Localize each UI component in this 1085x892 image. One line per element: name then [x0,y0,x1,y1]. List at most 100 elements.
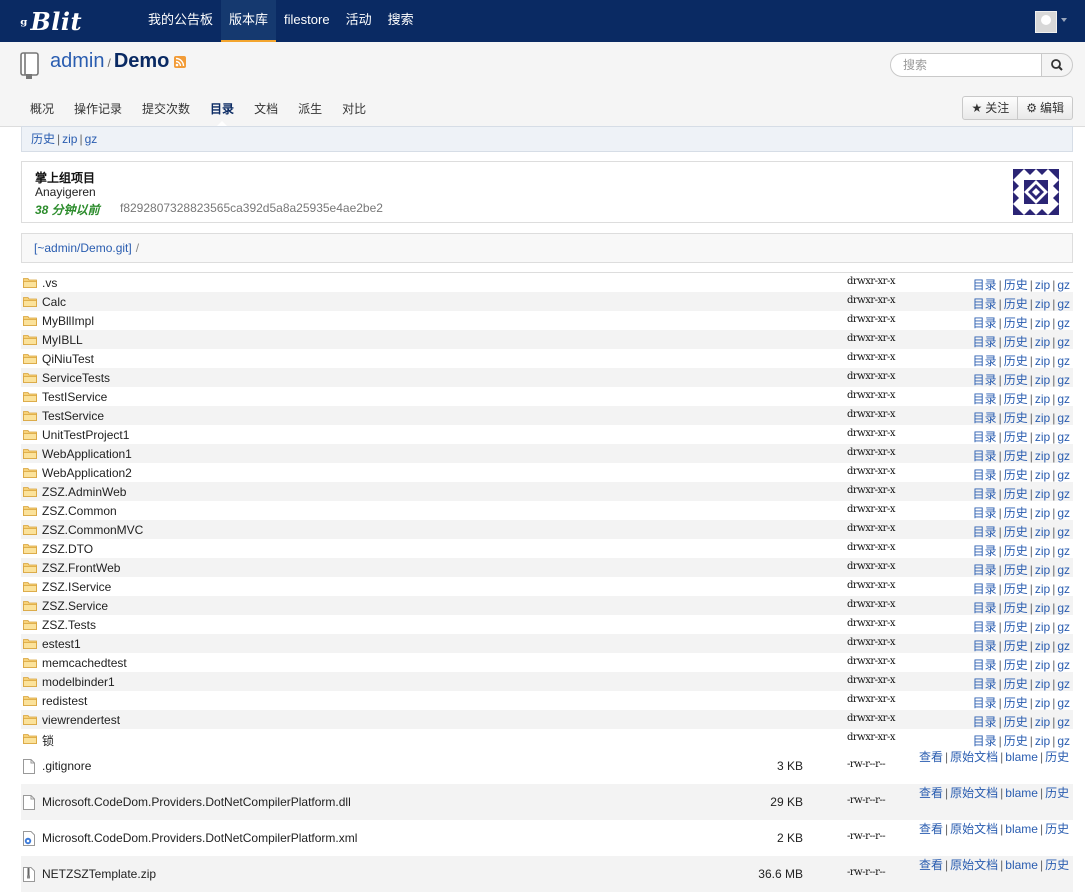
nav-dashboard[interactable]: 我的公告板 [140,0,221,42]
tree-link[interactable]: 目录 [973,430,997,444]
gz-link[interactable]: gz [1057,620,1070,634]
history-link[interactable]: 历史 [1004,487,1028,501]
gz-link[interactable]: gz [1057,582,1070,596]
history-link[interactable]: 历史 [1004,601,1028,615]
raw-link[interactable]: 原始文档 [950,858,998,872]
folder-name-link[interactable]: ZSZ.IService [42,580,111,594]
tab-summary[interactable]: 概况 [20,92,64,126]
folder-name-link[interactable]: ZSZ.Service [42,599,108,613]
zip-link[interactable]: zip [1035,696,1050,710]
zip-link[interactable]: zip [1035,525,1050,539]
zip-link[interactable]: zip [62,132,77,146]
folder-name-link[interactable]: ZSZ.DTO [42,542,93,556]
history-link[interactable]: 历史 [1004,430,1028,444]
tree-link[interactable]: 目录 [973,563,997,577]
zip-link[interactable]: zip [1035,677,1050,691]
zip-link[interactable]: zip [1035,392,1050,406]
gz-link[interactable]: gz [1057,677,1070,691]
gz-link[interactable]: gz [1057,335,1070,349]
zip-link[interactable]: zip [1035,658,1050,672]
tree-link[interactable]: 目录 [973,487,997,501]
folder-name-link[interactable]: viewrendertest [42,713,120,727]
folder-name-link[interactable]: ZSZ.AdminWeb [42,485,126,499]
history-link[interactable]: 历史 [1004,297,1028,311]
watch-button[interactable]: ★ 关注 [962,96,1019,120]
tree-link[interactable]: 目录 [973,411,997,425]
gz-link[interactable]: gz [1057,430,1070,444]
history-link[interactable]: 历史 [1004,392,1028,406]
search-input[interactable]: 搜索 [890,53,1042,77]
nav-search[interactable]: 搜索 [380,0,422,42]
folder-name-link[interactable]: Calc [42,295,66,309]
chevron-down-icon[interactable] [1061,18,1067,22]
path-root-link[interactable]: [~admin/Demo.git] [34,241,132,255]
history-link[interactable]: 历史 [1004,506,1028,520]
tree-link[interactable]: 目录 [973,354,997,368]
file-name-link[interactable]: .gitignore [42,759,91,773]
folder-name-link[interactable]: .vs [42,276,57,290]
gz-link[interactable]: gz [1057,278,1070,292]
folder-name-link[interactable]: modelbinder1 [42,675,115,689]
gz-link[interactable]: gz [1057,354,1070,368]
file-name-link[interactable]: Microsoft.CodeDom.Providers.DotNetCompil… [42,831,357,845]
history-link[interactable]: 历史 [31,132,55,146]
zip-link[interactable]: zip [1035,620,1050,634]
zip-link[interactable]: zip [1035,411,1050,425]
repo-name-link[interactable]: Demo [114,50,170,72]
tree-link[interactable]: 目录 [973,449,997,463]
folder-name-link[interactable]: redistest [42,694,87,708]
folder-name-link[interactable]: QiNiuTest [42,352,94,366]
history-link[interactable]: 历史 [1004,354,1028,368]
tab-docs[interactable]: 文档 [244,92,288,126]
gz-link[interactable]: gz [1057,506,1070,520]
history-link[interactable]: 历史 [1004,658,1028,672]
nav-activity[interactable]: 活动 [338,0,380,42]
tree-link[interactable]: 目录 [973,373,997,387]
history-link[interactable]: 历史 [1004,316,1028,330]
gz-link[interactable]: gz [1057,392,1070,406]
zip-link[interactable]: zip [1035,582,1050,596]
raw-link[interactable]: 原始文档 [950,786,998,800]
blame-link[interactable]: blame [1005,750,1038,764]
zip-link[interactable]: zip [1035,601,1050,615]
zip-link[interactable]: zip [1035,297,1050,311]
gz-link[interactable]: gz [1057,487,1070,501]
gz-link[interactable]: gz [1057,449,1070,463]
history-link[interactable]: 历史 [1004,620,1028,634]
commit-author[interactable]: Anayigeren [35,185,96,199]
gz-link[interactable]: gz [1057,639,1070,653]
repo-owner-link[interactable]: admin [50,50,104,72]
folder-name-link[interactable]: MyBllImpl [42,314,94,328]
tab-forks[interactable]: 派生 [288,92,332,126]
folder-name-link[interactable]: ZSZ.FrontWeb [42,561,120,575]
zip-link[interactable]: zip [1035,468,1050,482]
zip-link[interactable]: zip [1035,563,1050,577]
history-link[interactable]: 历史 [1004,411,1028,425]
commit-message[interactable]: 掌上组项目 [35,169,95,186]
folder-name-link[interactable]: ZSZ.Common [42,504,117,518]
history-link[interactable]: 历史 [1004,278,1028,292]
tree-link[interactable]: 目录 [973,525,997,539]
gz-link[interactable]: gz [1057,734,1070,748]
gz-link[interactable]: gz [1057,468,1070,482]
file-name-link[interactable]: NETZSZTemplate.zip [42,867,156,881]
folder-name-link[interactable]: TestService [42,409,104,423]
history-link[interactable]: 历史 [1004,639,1028,653]
tab-reflog[interactable]: 操作记录 [64,92,132,126]
folder-name-link[interactable]: ZSZ.Tests [42,618,96,632]
tree-link[interactable]: 目录 [973,696,997,710]
view-link[interactable]: 查看 [919,750,943,764]
gz-link[interactable]: gz [1057,373,1070,387]
gz-link[interactable]: gz [1057,601,1070,615]
blame-link[interactable]: blame [1005,822,1038,836]
blame-link[interactable]: blame [1005,786,1038,800]
tree-link[interactable]: 目录 [973,278,997,292]
history-link[interactable]: 历史 [1004,468,1028,482]
gz-link[interactable]: gz [1057,544,1070,558]
gz-link[interactable]: gz [1057,316,1070,330]
folder-name-link[interactable]: memcachedtest [42,656,127,670]
zip-link[interactable]: zip [1035,430,1050,444]
tree-link[interactable]: 目录 [973,715,997,729]
tab-compare[interactable]: 对比 [332,92,376,126]
view-link[interactable]: 查看 [919,822,943,836]
